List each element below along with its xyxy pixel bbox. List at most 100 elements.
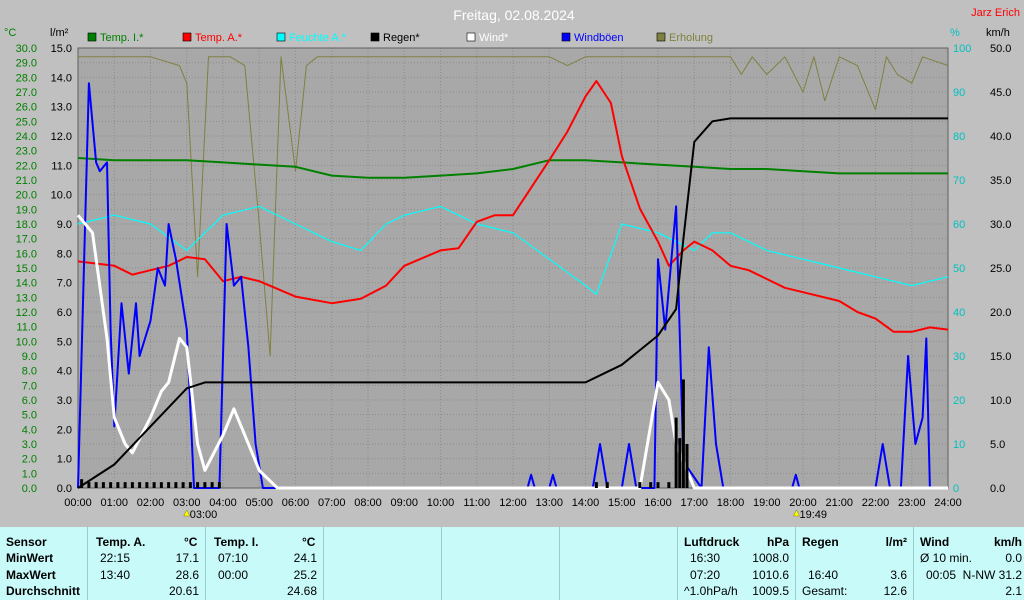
rain-tick-label: 11.0 [51, 160, 72, 172]
wind-tick-label: 45.0 [990, 87, 1011, 99]
wind-day-avg: 2.1 [1005, 584, 1022, 598]
legend-label: Windböen [574, 32, 624, 44]
legend-label: Wind* [479, 32, 509, 44]
x-tick-label: 22:00 [862, 497, 890, 509]
legend-swatch [561, 32, 571, 42]
x-tick-label: 06:00 [282, 497, 310, 509]
legend-swatch [87, 32, 97, 42]
x-tick-label: 03:00 [173, 497, 201, 509]
empty-column-1 [324, 527, 442, 600]
rain-bar [656, 482, 660, 488]
temp-tick-label: 6.0 [22, 395, 37, 407]
wind-avg-label: Ø 10 min. [920, 551, 973, 565]
x-tick-label: 16:00 [644, 497, 672, 509]
rain-bar [210, 482, 214, 488]
rain-bar [638, 482, 642, 488]
temp-tick-label: 16.0 [16, 248, 37, 260]
chart-title: Freitag, 02.08.2024 [453, 7, 575, 23]
x-tick-label: 14:00 [572, 497, 600, 509]
humidity-tick-label: 40 [953, 307, 965, 319]
temp-tick-label: 21.0 [16, 175, 37, 187]
rain-tick-label: 13.0 [51, 102, 72, 114]
pressure-header: Luftdruck [684, 535, 740, 549]
legend-swatch [370, 32, 380, 42]
temp-a-max-time: 13:40 [100, 568, 131, 582]
temp-tick-label: 15.0 [16, 263, 37, 275]
avg-row-label: Durchschnitt [6, 584, 81, 598]
humidity-tick-label: 70 [953, 175, 965, 187]
pressure-unit: hPa [766, 535, 789, 549]
temp-i-avg: 24.68 [286, 584, 317, 598]
temp-tick-label: 29.0 [16, 58, 37, 70]
rain-bar [174, 482, 178, 488]
temp-tick-label: 17.0 [16, 234, 37, 246]
pressure-max-time: 07:20 [690, 568, 721, 582]
temp-tick-label: 11.0 [16, 322, 37, 334]
wind-tick-label: 0.0 [990, 483, 1005, 495]
wind-tick-label: 20.0 [990, 307, 1011, 319]
legend-swatch [466, 32, 476, 42]
humidity-tick-label: 100 [953, 43, 971, 55]
humidity-tick-label: 20 [953, 395, 965, 407]
rain-bar [605, 482, 609, 488]
x-tick-label: 09:00 [390, 497, 418, 509]
summary-table: Sensor MinWert MaxWert Durchschnitt Temp… [0, 527, 1024, 600]
wind-tick-label: 30.0 [990, 219, 1011, 231]
temp-a-min-time: 22:15 [100, 551, 131, 565]
rain-tick-label: 1.0 [57, 454, 72, 466]
rain-bar [101, 482, 105, 488]
temp-tick-label: 3.0 [22, 439, 37, 451]
temp-i-min-value: 24.1 [293, 551, 317, 565]
temp-tick-label: 20.0 [16, 190, 37, 202]
rain-bar [109, 482, 113, 488]
rain-bar [138, 482, 142, 488]
wind-unit: km/h [993, 535, 1022, 549]
wind-max-value: N-NW 31.2 [962, 568, 1022, 582]
rain-axis-unit: l/m² [50, 27, 69, 39]
x-tick-label: 02:00 [137, 497, 165, 509]
temp-tick-label: 26.0 [16, 102, 37, 114]
temp-axis-unit: °C [4, 27, 16, 39]
temp-tick-label: 28.0 [16, 72, 37, 84]
max-row-label: MaxWert [6, 568, 56, 582]
temp-i-header: Temp. I. [214, 535, 259, 549]
temp-i-column: Temp. I. °C 07:10 24.1 00:00 25.2 24.68 [206, 527, 324, 600]
temp-tick-label: 27.0 [16, 87, 37, 99]
temp-tick-label: 1.0 [22, 468, 37, 480]
rain-column: Regen l/m² 16:40 3.6 Gesamt: 12.6 [796, 527, 914, 600]
x-tick-label: 24:00 [934, 497, 962, 509]
humidity-tick-label: 0 [953, 483, 959, 495]
rain-tick-label: 10.0 [51, 190, 72, 202]
rain-bar [678, 438, 682, 488]
rain-tick-label: 3.0 [57, 395, 72, 407]
wind-header: Wind [920, 535, 950, 549]
temp-tick-label: 2.0 [22, 454, 37, 466]
rain-tick-label: 5.0 [57, 336, 72, 348]
x-axis-ticks: 00:00 01:00 02:00 03:00 04:00 05:00 06:00 07:00… [64, 497, 962, 509]
legend-label: Temp. I.* [100, 32, 144, 44]
rain-bar [674, 417, 678, 488]
x-tick-label: 04:00 [209, 497, 237, 509]
x-tick-label: 15:00 [608, 497, 636, 509]
min-row-label: MinWert [6, 551, 54, 565]
x-tick-label: 12:00 [499, 497, 527, 509]
wind-max-time: 00:05 [926, 568, 957, 582]
rain-header: Regen [802, 535, 839, 549]
wind-tick-label: 50.0 [990, 43, 1011, 55]
x-tick-label: 21:00 [825, 497, 853, 509]
legend-label: Temp. A.* [195, 32, 243, 44]
x-tick-label: 13:00 [535, 497, 563, 509]
x-tick-label: 11:00 [463, 497, 490, 509]
rain-tick-label: 0.0 [57, 483, 72, 495]
rain-tick-label: 7.0 [57, 278, 72, 290]
x-tick-label: 17:00 [680, 497, 708, 509]
temp-tick-label: 0.0 [22, 483, 37, 495]
legend-label: Erholung [669, 32, 713, 44]
rain-bar [681, 379, 685, 488]
wind-tick-label: 5.0 [990, 439, 1005, 451]
temp-a-unit: °C [184, 535, 198, 549]
temp-tick-label: 12.0 [16, 307, 37, 319]
rain-unit: l/m² [885, 535, 907, 549]
rain-max-value: 3.6 [890, 568, 907, 582]
humidity-tick-label: 80 [953, 131, 965, 143]
